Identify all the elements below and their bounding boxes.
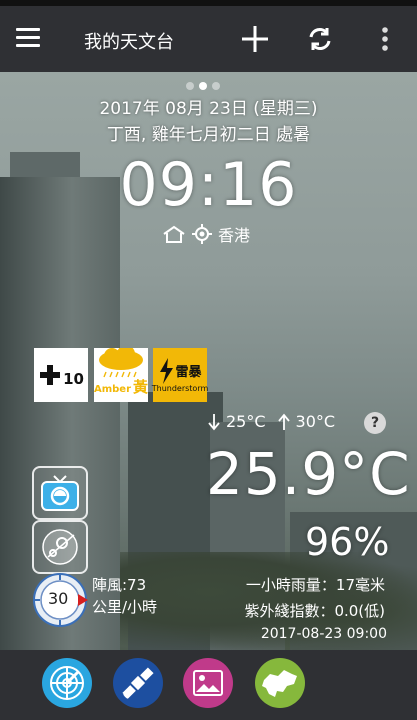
app-title: 我的天文台 <box>84 32 174 53</box>
amber-label: Amber <box>93 384 132 395</box>
thunderstorm-label-zh: 雷暴 <box>175 365 202 380</box>
radar-button[interactable] <box>42 658 92 708</box>
strong-monsoon-signal[interactable]: 10 <box>34 348 88 402</box>
wind-speed: 30 <box>48 589 69 608</box>
thunderstorm-label: Thunderstorm <box>151 383 209 393</box>
wind-details: 陣風:73 公里/小時 <box>92 574 157 618</box>
plus-icon <box>242 26 268 52</box>
current-temperature: 25.9°C <box>206 440 411 508</box>
page-dot[interactable] <box>212 82 220 90</box>
location-name: 香港 <box>218 226 251 245</box>
more-options-button[interactable] <box>366 20 404 58</box>
add-location-button[interactable] <box>236 20 274 58</box>
arrow-down-icon <box>208 413 220 430</box>
wind-compass[interactable]: 30 <box>32 572 88 628</box>
help-icon[interactable]: ? <box>364 412 386 434</box>
weather-panel: 2017年 08月 23日 (星期三) 丁酉, 雞年七月初二日 處暑 09:16… <box>0 72 417 650</box>
signal-number: 10 <box>63 370 84 388</box>
refresh-button[interactable] <box>301 20 339 58</box>
home-icon <box>163 225 185 243</box>
image-icon <box>193 670 223 696</box>
gallery-button[interactable] <box>183 658 233 708</box>
update-time: 2017-08-23 09:00 <box>260 626 387 642</box>
clock-time: 09:16 <box>119 150 298 220</box>
satellite-icon <box>122 667 154 699</box>
location-icon <box>192 224 212 244</box>
bottom-nav <box>0 650 417 720</box>
page-indicator <box>186 82 220 90</box>
wind-gust: 陣風:73 <box>92 576 147 594</box>
cross-icon <box>40 365 61 385</box>
radar-icon <box>50 666 84 700</box>
amber-label-zh: 黃 <box>133 378 149 396</box>
hourly-rainfall: 一小時雨量：17毫米 <box>245 576 385 594</box>
min-temperature: 25°C <box>226 412 266 431</box>
lightning-icon <box>160 357 174 384</box>
refresh-icon <box>309 28 331 50</box>
page-dot[interactable] <box>186 82 194 90</box>
typhoon-icon <box>42 529 78 565</box>
forecast-range: 25°C 30°C <box>208 412 335 431</box>
satellite-button[interactable] <box>113 658 163 708</box>
app-toolbar: 我的天文台 <box>0 6 417 72</box>
thunderstorm-warning[interactable]: 雷暴 Thunderstorm <box>151 348 209 402</box>
hong-kong-map-icon <box>262 670 297 697</box>
page-dot-active[interactable] <box>199 82 207 90</box>
map-button[interactable] <box>255 658 305 708</box>
gregorian-date: 2017年 08月 23日 (星期三) <box>99 99 318 119</box>
wind-unit: 公里/小時 <box>92 598 158 616</box>
tv-weather-button[interactable] <box>32 466 88 520</box>
more-vert-icon <box>382 27 388 51</box>
max-temperature: 30°C <box>295 412 336 431</box>
uv-index: 紫外綫指數：0.0(低) <box>244 602 385 620</box>
location-indicator[interactable]: 香港 <box>162 222 250 246</box>
lunar-date: 丁酉, 雞年七月初二日 處暑 <box>106 125 311 145</box>
typhoon-track-button[interactable] <box>32 520 88 574</box>
arrow-up-icon <box>277 413 290 430</box>
amber-rainstorm-signal[interactable]: Amber 黃 <box>94 348 148 402</box>
tv-icon <box>41 475 79 511</box>
hamburger-icon[interactable] <box>16 28 40 48</box>
relative-humidity: 96% <box>305 520 390 564</box>
